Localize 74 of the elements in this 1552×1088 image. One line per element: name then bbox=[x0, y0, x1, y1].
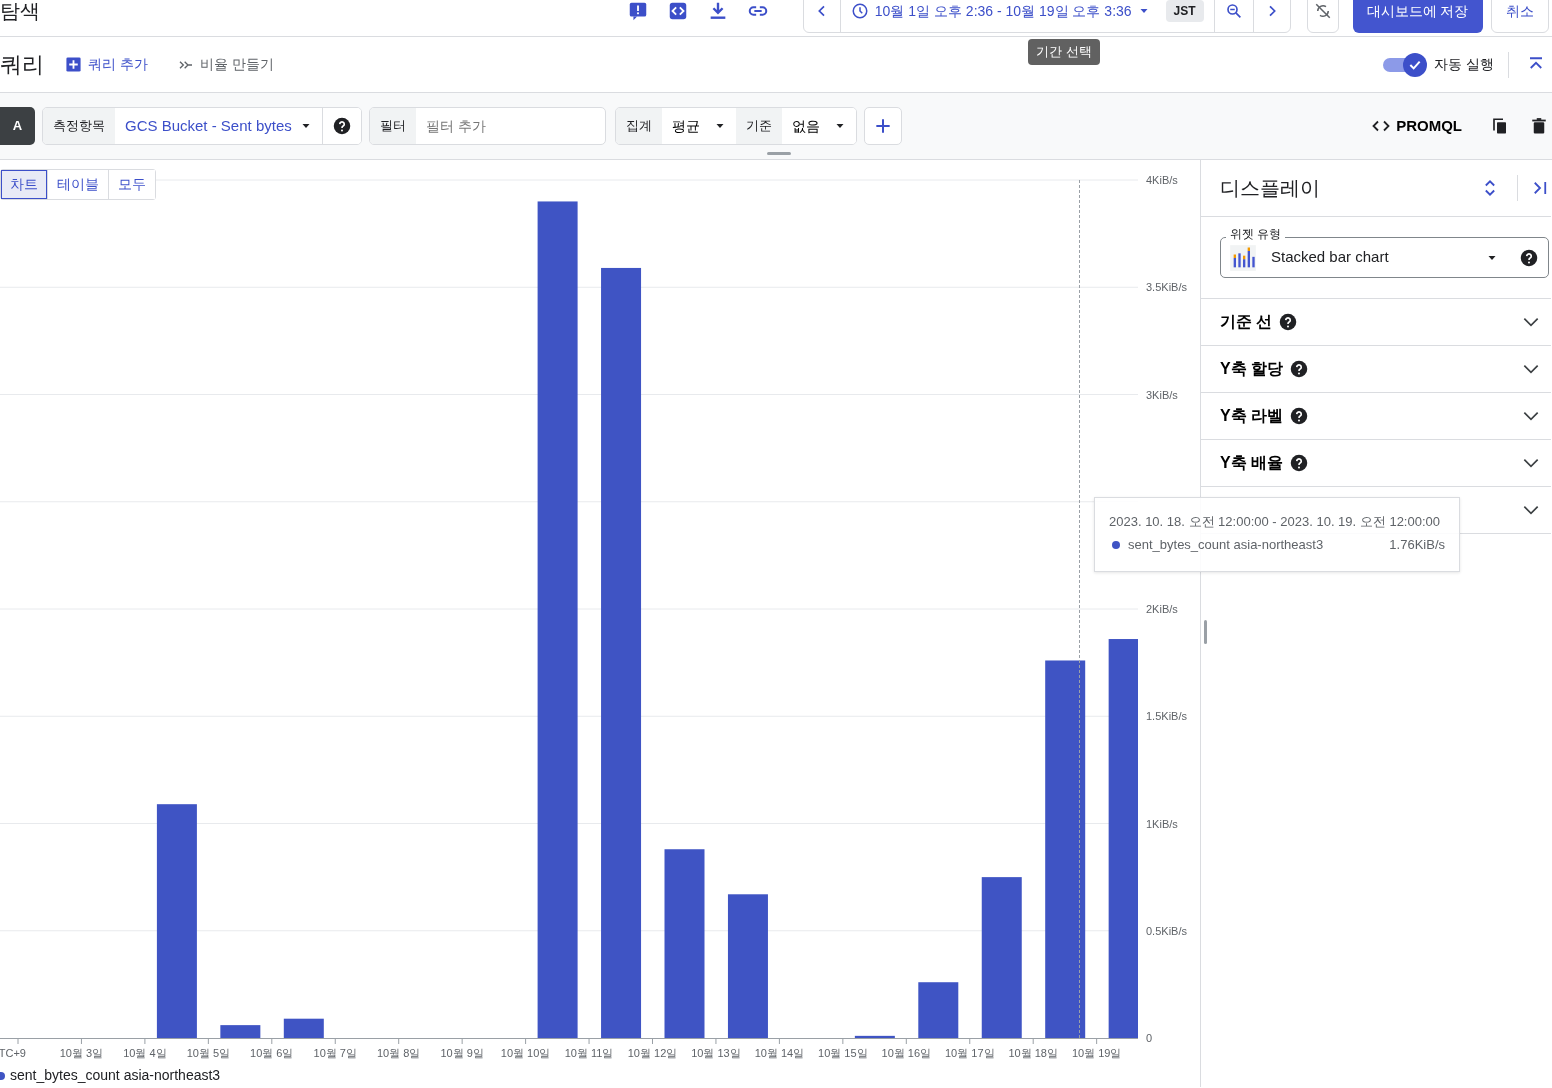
tooltip-title: 2023. 10. 18. 오전 12:00:00 - 2023. 10. 19. 오전 12:00:00 bbox=[1109, 513, 1441, 531]
field-label: 측정항목 bbox=[43, 108, 115, 144]
axis-label: 0 bbox=[1146, 1032, 1153, 1044]
zoom-out-icon bbox=[1224, 2, 1243, 20]
plus-icon bbox=[65, 56, 82, 73]
axis-label: 10월 4일 bbox=[123, 1047, 167, 1059]
field-label: 위젯 유형 bbox=[1226, 227, 1286, 242]
axis-label: 10월 12일 bbox=[627, 1047, 678, 1059]
axis-label: 1KiB/s bbox=[1146, 817, 1178, 830]
toggle-label: 자동 실행 bbox=[1434, 55, 1494, 74]
axis-label: 10월 11일 bbox=[564, 1047, 614, 1059]
axis-label: 10월 13일 bbox=[691, 1047, 741, 1059]
axis-label: 10월 10일 bbox=[500, 1047, 551, 1059]
make-ratio-button[interactable]: 비율 만들기 bbox=[177, 54, 274, 75]
clock-icon bbox=[850, 2, 869, 20]
sync-off-button[interactable] bbox=[1306, 0, 1339, 33]
help-icon bbox=[1279, 313, 1298, 331]
cancel-button[interactable]: 취소 bbox=[1490, 0, 1549, 33]
axis-label: 10월 6일 bbox=[250, 1047, 294, 1059]
resize-handle[interactable] bbox=[1204, 620, 1207, 644]
field-label: 집계 bbox=[615, 108, 662, 144]
axis-label: 0.5KiB/s bbox=[1146, 924, 1187, 937]
series-name: sent_bytes_count asia-northeast3 bbox=[1128, 536, 1324, 554]
time-range-dropdown[interactable]: 10월 1일 오후 2:36 - 10월 19일 오후 3:36 bbox=[874, 0, 1132, 22]
help-icon bbox=[1290, 454, 1309, 472]
axis-label: 3.5KiB/s bbox=[1146, 281, 1187, 294]
axis-label: 10월 16일 bbox=[881, 1047, 932, 1059]
axis-label: 10월 19일 bbox=[1071, 1047, 1122, 1059]
field-label: 기준 bbox=[735, 108, 782, 144]
auto-run-toggle[interactable] bbox=[1383, 52, 1428, 77]
view-tab[interactable]: 차트 bbox=[1, 170, 48, 199]
axis-label: 10월 9일 bbox=[440, 1047, 484, 1059]
copy-icon bbox=[1491, 117, 1509, 135]
help-button[interactable] bbox=[321, 108, 361, 144]
resize-handle[interactable] bbox=[767, 152, 791, 155]
bar bbox=[220, 1025, 261, 1038]
bar bbox=[918, 982, 959, 1038]
legend-label: sent_bytes_count asia-northeast3 bbox=[10, 1066, 221, 1085]
axis-label: 10월 18일 bbox=[1008, 1047, 1058, 1059]
help-icon bbox=[332, 117, 351, 135]
page-title: 탐색 bbox=[0, 1, 40, 21]
axis-label: 2KiB/s bbox=[1146, 603, 1178, 615]
add-button[interactable] bbox=[863, 107, 902, 145]
help-icon bbox=[1290, 407, 1309, 425]
collapse-right-icon bbox=[1531, 179, 1549, 197]
select-value: Stacked bar chart bbox=[1271, 247, 1389, 268]
axis-label: 1.5KiB/s bbox=[1146, 710, 1187, 723]
axis-label: 10월 15일 bbox=[818, 1047, 868, 1059]
timezone-chip: JST bbox=[1165, 0, 1204, 22]
query-letter-chip: A bbox=[0, 107, 35, 145]
axis-label: 10월 14일 bbox=[754, 1047, 805, 1059]
series-value: 1.76KiB/s bbox=[1389, 536, 1445, 554]
filter-field[interactable]: 필터 필터 추가 bbox=[368, 107, 606, 145]
bar bbox=[283, 1018, 324, 1038]
help-icon bbox=[1290, 360, 1309, 378]
section-title: 쿼리 bbox=[0, 51, 44, 79]
trash-icon bbox=[1530, 117, 1548, 135]
axis-label: 10월 3일 bbox=[59, 1047, 104, 1059]
add-query-button[interactable]: 쿼리 추가 bbox=[65, 54, 148, 75]
axis-label: 10월 17일 bbox=[945, 1047, 995, 1059]
sync-off-icon bbox=[1313, 2, 1332, 20]
bar-chart-icon bbox=[1229, 243, 1257, 272]
axis-label: 10월 8일 bbox=[377, 1047, 421, 1059]
save-to-dashboard-button[interactable]: 대시보드에 저장 bbox=[1352, 0, 1483, 33]
axis-label: 10월 5일 bbox=[186, 1047, 231, 1059]
promql-button[interactable]: PROMQL bbox=[1372, 114, 1462, 138]
axis-label: 10월 7일 bbox=[313, 1047, 357, 1059]
axis-label: 3KiB/s bbox=[1146, 388, 1178, 401]
axis-label: 4KiB/s bbox=[1146, 174, 1178, 186]
tooltip: 기간 선택 bbox=[1028, 39, 1100, 65]
help-icon bbox=[1520, 248, 1538, 267]
bar bbox=[854, 1035, 895, 1038]
panel-title: 디스플레이 bbox=[1220, 176, 1320, 201]
field-label: 필터 bbox=[369, 108, 416, 144]
